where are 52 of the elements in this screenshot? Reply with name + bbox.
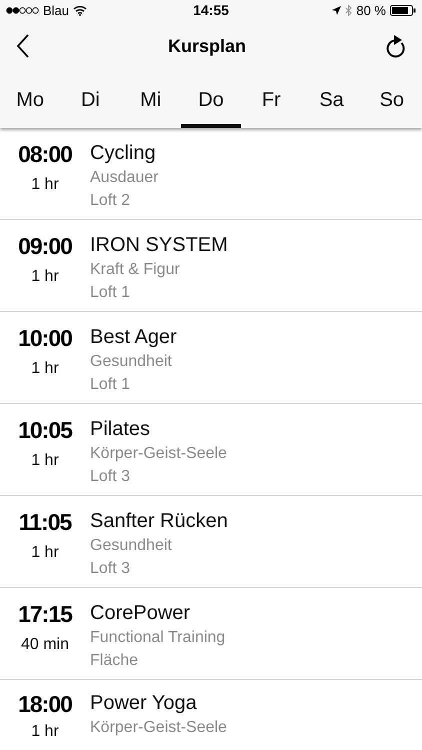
- day-tab[interactable]: Sa: [301, 72, 362, 128]
- duration: 1 hr: [31, 452, 59, 470]
- start-time: 10:00: [18, 324, 72, 352]
- refresh-icon[interactable]: [384, 34, 406, 58]
- duration: 1 hr: [31, 544, 59, 562]
- class-room: Loft 1: [90, 283, 132, 303]
- duration: 1 hr: [31, 360, 59, 378]
- carrier-name: Blau: [43, 2, 70, 18]
- day-tab[interactable]: Fr: [241, 72, 302, 128]
- class-room: Loft 3: [90, 559, 132, 579]
- day-tab[interactable]: Do: [180, 72, 242, 128]
- class-category: Ausdauer: [90, 168, 158, 188]
- duration: 40 min: [20, 636, 70, 654]
- bluetooth-icon: [345, 4, 352, 16]
- class-category: Gesundheit: [90, 536, 173, 556]
- duration: 1 hr: [31, 176, 59, 194]
- class-category: Functional Training: [90, 628, 226, 648]
- class-category: Gesundheit: [90, 352, 173, 372]
- duration: 1 hr: [31, 268, 59, 286]
- start-time: 10:05: [18, 416, 72, 444]
- screen-title: Kursplan: [168, 36, 246, 56]
- class-name: Best Ager: [90, 325, 177, 350]
- battery-percentage: 80 %: [356, 2, 386, 18]
- location-arrow-icon: [332, 6, 342, 14]
- class-room: Loft 1: [90, 375, 132, 395]
- clock: 14:55: [193, 2, 229, 18]
- class-category: Körper-Geist-Seele: [90, 444, 227, 464]
- back-icon[interactable]: [16, 34, 30, 58]
- class-category: Kraft & Figur: [90, 260, 181, 280]
- signal-icon: [6, 6, 39, 14]
- start-time: 11:05: [18, 508, 72, 536]
- start-time: 18:00: [18, 690, 72, 718]
- class-name: Cycling: [90, 141, 157, 166]
- start-time: 17:15: [18, 600, 72, 628]
- start-time: 08:00: [18, 140, 72, 168]
- start-time: 09:00: [18, 232, 72, 260]
- battery-icon: [390, 4, 416, 16]
- class-name: Power Yoga: [90, 691, 198, 716]
- class-name: Sanfter Rücken: [90, 509, 228, 534]
- class-name: CorePower: [90, 601, 192, 626]
- day-tab[interactable]: Di: [60, 72, 121, 128]
- day-tab[interactable]: So: [362, 72, 422, 128]
- class-name: IRON SYSTEM: [90, 233, 228, 258]
- class-category: Körper-Geist-Seele: [90, 718, 227, 738]
- day-tab[interactable]: Mo: [0, 72, 60, 128]
- duration: 1 hr: [31, 724, 59, 740]
- class-room: Loft 3: [90, 467, 132, 487]
- class-name: Pilates: [90, 417, 152, 442]
- class-room: Loft 2: [90, 191, 132, 211]
- class-room: Fläche: [90, 651, 140, 671]
- wifi-icon: [73, 4, 88, 16]
- day-tab[interactable]: Mi: [120, 72, 181, 128]
